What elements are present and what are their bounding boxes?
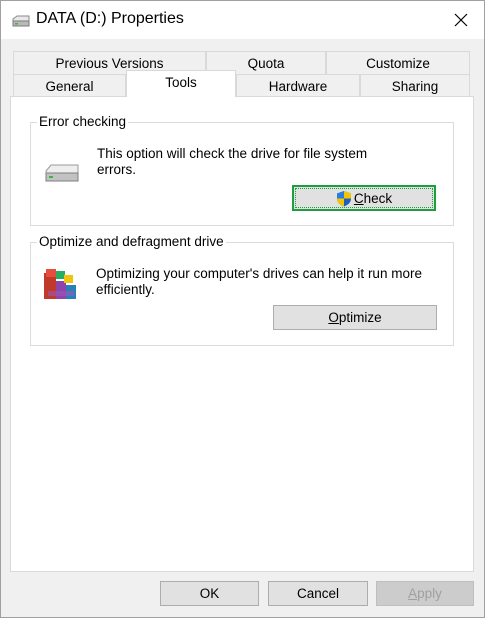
cancel-button[interactable]: Cancel — [268, 581, 368, 606]
tab-sharing[interactable]: Sharing — [360, 74, 470, 97]
tab-label: Hardware — [268, 78, 328, 94]
hard-drive-icon — [44, 163, 80, 183]
tab-label: Customize — [366, 55, 430, 71]
ok-button[interactable]: OK — [160, 581, 259, 606]
check-button-label: Check — [353, 190, 393, 206]
tab-label: General — [45, 78, 94, 94]
description-line: efficiently. — [96, 282, 155, 297]
tab-label: Tools — [165, 75, 197, 90]
defrag-icon — [42, 265, 80, 303]
optimize-group: Optimize and defragment drive Optimizing… — [30, 234, 454, 346]
title-bar: DATA (D:) Properties — [1, 1, 484, 39]
drive-icon — [11, 14, 31, 28]
cancel-button-label: Cancel — [296, 586, 340, 601]
close-icon — [454, 13, 468, 27]
group-title: Error checking — [37, 114, 129, 129]
properties-dialog: DATA (D:) Properties Previous Versions Q… — [0, 0, 485, 618]
apply-button[interactable]: Apply — [376, 581, 474, 606]
uac-shield-icon — [336, 190, 351, 206]
check-button[interactable]: Check — [292, 185, 436, 211]
optimize-button[interactable]: Optimize — [273, 305, 437, 330]
tab-hardware[interactable]: Hardware — [236, 74, 360, 97]
tab-customize[interactable]: Customize — [326, 51, 470, 74]
tab-general[interactable]: General — [13, 74, 126, 97]
optimize-description: Optimizing your computer's drives can he… — [96, 266, 422, 298]
tab-tools[interactable]: Tools — [126, 70, 236, 97]
error-checking-group: Error checking This option will check th… — [30, 114, 454, 226]
description-line: errors. — [97, 162, 137, 177]
ok-button-label: OK — [199, 586, 220, 601]
tab-label: Sharing — [391, 78, 439, 94]
tab-label: Quota — [247, 55, 285, 71]
tools-tab-panel: Error checking This option will check th… — [10, 96, 474, 572]
group-title: Optimize and defragment drive — [37, 234, 226, 249]
tab-label: Previous Versions — [55, 55, 164, 71]
apply-button-label: Apply — [408, 586, 442, 601]
window-title: DATA (D:) Properties — [36, 10, 184, 27]
optimize-button-label: Optimize — [328, 310, 382, 325]
close-button[interactable] — [438, 1, 484, 39]
error-checking-description: This option will check the drive for fil… — [97, 146, 367, 178]
description-line: This option will check the drive for fil… — [97, 146, 368, 161]
description-line: Optimizing your computer's drives can he… — [96, 266, 422, 281]
